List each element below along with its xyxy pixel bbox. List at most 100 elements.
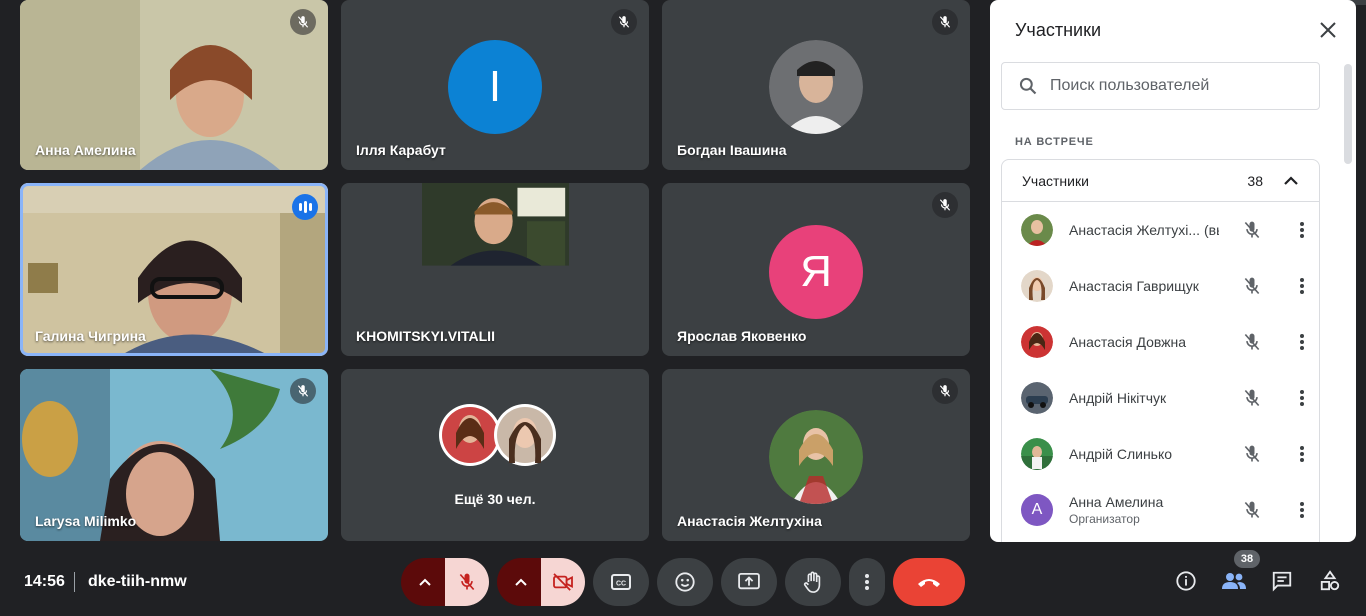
video-options-button[interactable]	[497, 558, 545, 606]
more-options-button[interactable]	[1290, 498, 1314, 522]
participant-row[interactable]: Анастасія Желтухі... (вы)	[1002, 202, 1319, 258]
participant-row[interactable]: Анастасія Довжна	[1002, 314, 1319, 370]
search-input[interactable]	[1050, 77, 1310, 95]
group-count: 38	[1247, 172, 1263, 189]
meeting-details-button[interactable]	[1173, 568, 1199, 594]
muted-mic-icon	[1240, 442, 1264, 466]
captions-button[interactable]: CC	[593, 558, 649, 606]
reactions-button[interactable]	[657, 558, 713, 606]
more-participants-label: Ещё 30 чел.	[454, 491, 536, 507]
close-panel-button[interactable]	[1314, 16, 1342, 44]
participant-name: KHOMITSKYI.VITALII	[356, 328, 495, 344]
search-box[interactable]	[1001, 62, 1320, 110]
chat-button[interactable]	[1269, 568, 1295, 594]
participant-name: Богдан Івашина	[677, 142, 787, 158]
divider	[74, 572, 75, 592]
participant-avatar: І	[448, 40, 542, 134]
more-options-button[interactable]	[1290, 386, 1314, 410]
more-vert-icon	[1300, 222, 1304, 238]
meeting-time: 14:56	[24, 573, 65, 590]
participant-tile[interactable]: Анастасія Желтухіна	[662, 369, 970, 541]
participant-role: Организатор	[1069, 512, 1140, 526]
activities-button[interactable]	[1317, 568, 1343, 594]
participant-tile[interactable]: Анна Амелина	[20, 0, 328, 170]
raise-hand-button[interactable]	[785, 558, 841, 606]
participant-tile-speaking[interactable]: Галина Чигрина	[20, 183, 328, 356]
muted-mic-icon	[932, 378, 958, 404]
camera-off-icon	[553, 573, 573, 591]
more-options-button[interactable]	[849, 558, 885, 606]
present-screen-icon	[738, 573, 760, 590]
hand-icon	[803, 571, 821, 593]
mic-off-icon	[459, 573, 475, 591]
more-options-button[interactable]	[1290, 218, 1314, 242]
microphone-toggle-button[interactable]	[445, 558, 489, 606]
people-button[interactable]	[1221, 568, 1247, 594]
muted-mic-icon	[1240, 274, 1264, 298]
panel-title: Участники	[1015, 20, 1101, 40]
more-options-button[interactable]	[1290, 274, 1314, 298]
more-participants-tile[interactable]: Ещё 30 чел.	[341, 369, 649, 541]
control-bar: 14:56 dke-tiih-nmw CC 38	[0, 546, 1366, 616]
participant-row[interactable]: Андрій Нікітчук	[1002, 370, 1319, 426]
participants-count-badge: 38	[1234, 550, 1260, 568]
avatar	[1021, 326, 1053, 358]
avatar	[1021, 214, 1053, 246]
muted-mic-icon	[1240, 330, 1264, 354]
participant-row[interactable]: А Анна Амелина Организатор	[1002, 482, 1319, 538]
svg-text:CC: CC	[616, 581, 626, 588]
participant-tile[interactable]: Богдан Івашина	[662, 0, 970, 170]
video-grid: Анна Амелина І Ілля Карабут Богдан Іваши…	[0, 0, 990, 546]
emoji-icon	[675, 572, 695, 592]
muted-mic-icon	[932, 9, 958, 35]
participant-name: Анна Амелина	[1069, 494, 1164, 510]
present-screen-button[interactable]	[721, 558, 777, 606]
more-options-button[interactable]	[1290, 330, 1314, 354]
participants-group: Участники 38 Анастасія Желтухі... (вы) А…	[1001, 159, 1320, 542]
muted-mic-icon	[290, 378, 316, 404]
muted-mic-icon	[290, 9, 316, 35]
avatar	[1021, 270, 1053, 302]
camera-toggle-button[interactable]	[541, 558, 585, 606]
group-label: Участники	[1022, 172, 1089, 189]
chevron-up-icon	[419, 578, 431, 586]
participants-group-header[interactable]: Участники 38	[1002, 160, 1319, 202]
participant-avatar	[769, 40, 863, 134]
chevron-up-icon	[515, 578, 527, 586]
section-label: НА ВСТРЕЧЕ	[1015, 136, 1094, 148]
participant-row[interactable]: Андрій Слинько	[1002, 426, 1319, 482]
participant-tile[interactable]: Я Ярослав Яковенко	[662, 183, 970, 356]
leave-call-button[interactable]	[893, 558, 965, 606]
more-vert-icon	[1300, 390, 1304, 406]
participant-video	[422, 183, 569, 266]
muted-mic-icon	[1240, 386, 1264, 410]
participant-name: Ярослав Яковенко	[677, 328, 807, 344]
more-options-button[interactable]	[1290, 442, 1314, 466]
scrollbar[interactable]	[1344, 64, 1352, 164]
more-vert-icon	[1300, 334, 1304, 350]
participant-name: Анастасія Довжна	[1069, 334, 1187, 350]
participant-name: Анастасія Гаврищук	[1069, 278, 1199, 294]
meeting-code: dke-tiih-nmw	[88, 573, 187, 590]
speaking-indicator-icon	[292, 194, 318, 220]
more-vert-icon	[1300, 446, 1304, 462]
avatar-initial: І	[488, 62, 502, 111]
muted-mic-icon	[1240, 498, 1264, 522]
call-end-icon	[918, 579, 940, 587]
closed-captions-icon: CC	[611, 574, 631, 590]
participant-tile[interactable]: Larysa Milimko	[20, 369, 328, 541]
participant-avatar	[494, 404, 556, 466]
search-icon	[1019, 77, 1037, 95]
participant-row[interactable]: Анастасія Гаврищук	[1002, 258, 1319, 314]
activities-icon	[1320, 570, 1340, 591]
muted-mic-icon	[611, 9, 637, 35]
chat-icon	[1272, 571, 1292, 592]
participant-name: Ілля Карабут	[356, 142, 446, 158]
audio-options-button[interactable]	[401, 558, 449, 606]
participant-tile[interactable]: KHOMITSKYI.VITALII	[341, 183, 649, 356]
more-vert-icon	[865, 574, 869, 590]
more-vert-icon	[1300, 502, 1304, 518]
muted-mic-icon	[1240, 218, 1264, 242]
participant-tile[interactable]: І Ілля Карабут	[341, 0, 649, 170]
muted-mic-icon	[932, 192, 958, 218]
